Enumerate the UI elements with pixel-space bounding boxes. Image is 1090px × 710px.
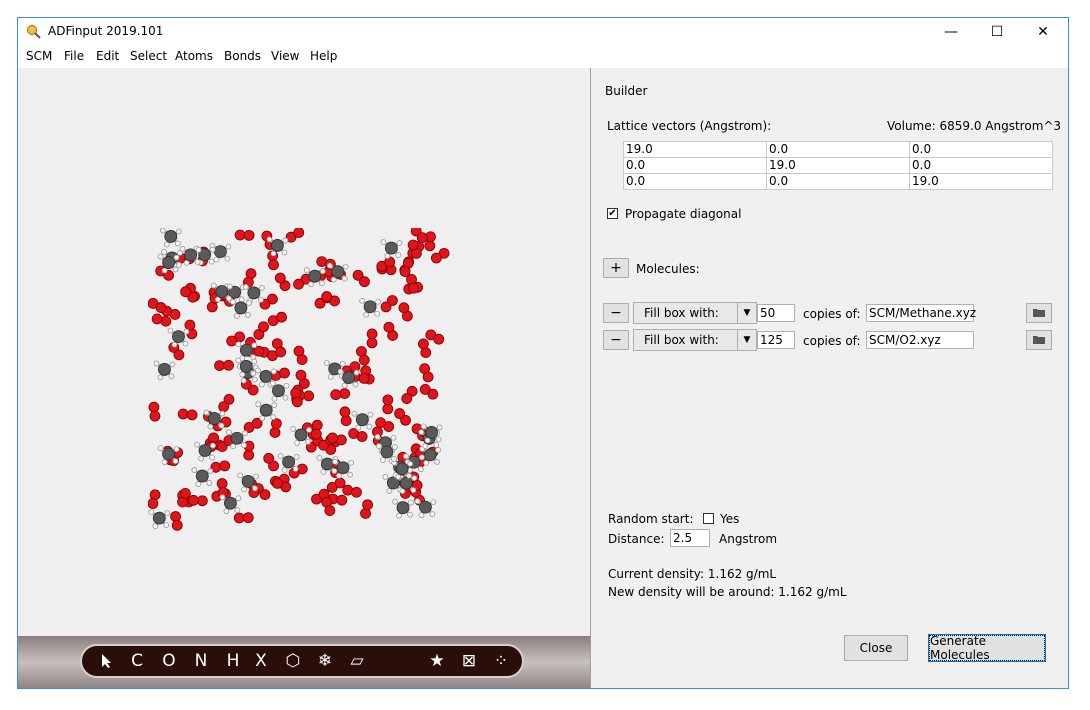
carbon-tool[interactable]: C xyxy=(126,646,148,676)
remove-molecule-button[interactable]: − xyxy=(603,330,629,350)
other-element-tool[interactable]: X xyxy=(250,646,272,676)
maximize-icon: ☐ xyxy=(990,24,1004,40)
crystal-box-icon[interactable]: ⊠ xyxy=(458,646,480,676)
file-field[interactable]: SCM/O2.xyz xyxy=(866,331,974,349)
lattice-cell[interactable]: 0.0 xyxy=(623,173,767,190)
builder-panel: Builder Lattice vectors (Angstrom): Volu… xyxy=(590,68,1068,688)
count-field[interactable]: 125 xyxy=(757,331,795,349)
builder-title: Builder xyxy=(605,84,648,98)
distance-unit: Angstrom xyxy=(719,532,778,546)
lattice-cell[interactable]: 19.0 xyxy=(909,173,1053,190)
atom-toolbar: C O N H X ⬡ ❄ ▱ ★ ⊠ ⁘ xyxy=(80,644,524,678)
current-density: Current density: 1.162 g/mL xyxy=(608,567,777,581)
new-density: New density will be around: 1.162 g/mL xyxy=(608,585,847,599)
table-row: 0.0 0.0 19.0 xyxy=(623,173,1053,190)
copies-label: copies of: xyxy=(803,334,861,348)
random-start-checkbox[interactable] xyxy=(703,513,714,524)
distance-field[interactable]: 2.5 xyxy=(670,529,710,547)
add-molecule-button[interactable]: + xyxy=(603,258,629,278)
file-field[interactable]: SCM/Methane.xyz xyxy=(866,304,976,322)
snowflake-icon[interactable]: ❄ xyxy=(314,646,336,676)
plane-icon[interactable]: ▱ xyxy=(346,646,368,676)
remove-molecule-button[interactable]: − xyxy=(603,303,629,323)
table-row: 0.0 19.0 0.0 xyxy=(623,157,1053,174)
table-row: 19.0 0.0 0.0 xyxy=(623,141,1053,158)
generate-molecules-button[interactable]: Generate Molecules xyxy=(928,634,1046,662)
lattice-cell[interactable]: 0.0 xyxy=(909,157,1053,174)
lattice-cell[interactable]: 0.0 xyxy=(623,157,767,174)
chevron-down-icon: ▼ xyxy=(737,303,756,323)
star-icon[interactable]: ★ xyxy=(426,646,448,676)
copies-label: copies of: xyxy=(803,307,861,321)
app-window: ADFinput 2019.101 — ☐ ✕ SCM File Edit Se… xyxy=(17,17,1069,689)
menu-view[interactable]: View xyxy=(271,49,299,63)
random-start-label: Random start: xyxy=(608,512,694,526)
close-window-button[interactable]: ✕ xyxy=(1020,18,1066,46)
fill-mode-select[interactable]: Fill box with: ▼ xyxy=(633,329,757,351)
ring-tool-icon[interactable]: ⬡ xyxy=(282,646,304,676)
lattice-label: Lattice vectors (Angstrom): xyxy=(607,119,772,133)
lattice-cell[interactable]: 0.0 xyxy=(909,141,1053,158)
molecules-label: Molecules: xyxy=(636,262,700,276)
lattice-cell[interactable]: 19.0 xyxy=(623,141,767,158)
folder-icon xyxy=(1033,309,1045,317)
volume-label: Volume: 6859.0 Angstrom^3 xyxy=(887,119,1062,133)
folder-icon xyxy=(1033,336,1045,344)
propagate-label: Propagate diagonal xyxy=(625,207,742,221)
arrow-pointer-icon xyxy=(102,654,111,668)
title-bar: ADFinput 2019.101 — ☐ ✕ xyxy=(18,18,1068,46)
propagate-checkbox[interactable]: ✔ xyxy=(607,208,618,219)
menu-scm[interactable]: SCM xyxy=(26,49,52,63)
oxygen-tool[interactable]: O xyxy=(158,646,180,676)
lattice-cell[interactable]: 19.0 xyxy=(766,157,910,174)
menu-bonds[interactable]: Bonds xyxy=(224,49,261,63)
random-yes-label: Yes xyxy=(720,512,740,526)
menu-edit[interactable]: Edit xyxy=(96,49,119,63)
molecules-icon[interactable]: ⁘ xyxy=(490,646,512,676)
nitrogen-tool[interactable]: N xyxy=(190,646,212,676)
minimize-icon: — xyxy=(944,24,958,40)
distance-label: Distance: xyxy=(608,532,665,546)
maximize-button[interactable]: ☐ xyxy=(974,18,1020,46)
molecule-viewport[interactable]: C O N H X ⬡ ❄ ▱ ★ ⊠ ⁘ xyxy=(18,68,590,688)
fill-mode-select[interactable]: Fill box with: ▼ xyxy=(633,302,757,324)
pointer-tool[interactable] xyxy=(96,646,118,676)
close-button[interactable]: Close xyxy=(844,635,908,661)
fill-mode-value: Fill box with: xyxy=(644,333,719,347)
molecule-box[interactable] xyxy=(148,228,458,538)
lattice-table: 19.0 0.0 0.0 0.0 19.0 0.0 0.0 0.0 19.0 xyxy=(623,141,1053,190)
menu-bar: SCM File Edit Select Atoms Bonds View He… xyxy=(18,46,1068,68)
menu-atoms[interactable]: Atoms xyxy=(175,49,213,63)
close-icon: ✕ xyxy=(1037,24,1049,40)
count-field[interactable]: 50 xyxy=(757,304,795,322)
adf-app-icon xyxy=(27,25,41,39)
menu-help[interactable]: Help xyxy=(310,49,337,63)
hydrogen-tool[interactable]: H xyxy=(222,646,244,676)
chevron-down-icon: ▼ xyxy=(737,330,756,350)
menu-select[interactable]: Select xyxy=(130,49,167,63)
lattice-cell[interactable]: 0.0 xyxy=(766,141,910,158)
browse-button[interactable] xyxy=(1026,330,1052,350)
fill-mode-value: Fill box with: xyxy=(644,306,719,320)
minimize-button[interactable]: — xyxy=(928,18,974,46)
browse-button[interactable] xyxy=(1026,303,1052,323)
menu-file[interactable]: File xyxy=(64,49,84,63)
lattice-cell[interactable]: 0.0 xyxy=(766,173,910,190)
window-title: ADFinput 2019.101 xyxy=(48,24,164,38)
